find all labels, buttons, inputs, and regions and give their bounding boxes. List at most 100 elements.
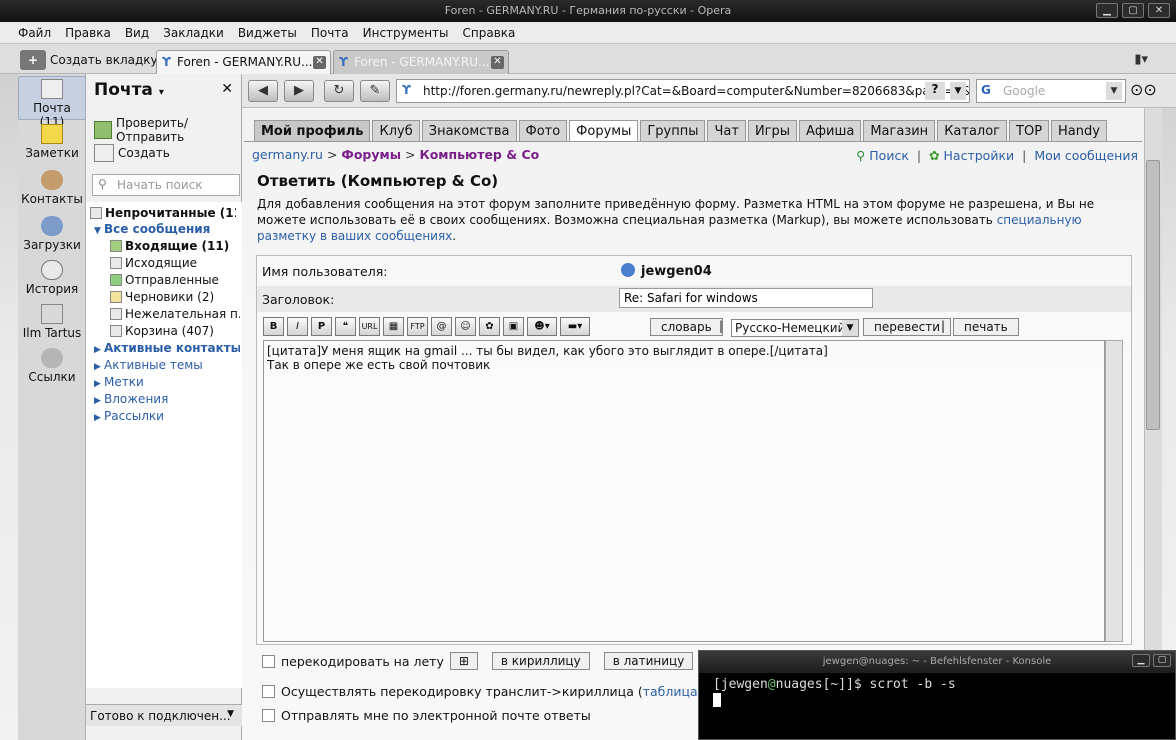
folder-outbox[interactable]: Исходящие — [110, 256, 240, 270]
recode-checkbox[interactable] — [262, 654, 275, 668]
new-tab-button[interactable]: + Создать вкладку — [20, 49, 158, 70]
chevron-down-icon[interactable]: ▼ — [1106, 82, 1122, 100]
menu-mail[interactable]: Почта — [305, 22, 357, 43]
section-active-contacts[interactable]: ▶ Активные контакты — [94, 341, 240, 355]
section-attachments[interactable]: ▶ Вложения — [94, 392, 240, 406]
sidebar-item-history[interactable]: История — [18, 260, 86, 296]
crumb-home[interactable]: germany.ru — [252, 147, 323, 162]
site-tab-chat[interactable]: Чат — [707, 120, 746, 142]
folder-inbox[interactable]: Входящие (11) — [110, 239, 240, 253]
browser-tab-1[interactable]: ϒ Foren - GERMANY.RU... ✕ — [156, 50, 331, 74]
folder-spam[interactable]: Нежелательная п... — [110, 307, 240, 321]
to-latin-button[interactable]: в латиницу — [603, 652, 694, 670]
minimize-button[interactable]: ▁ — [1096, 3, 1118, 18]
smiley-button[interactable]: ☻▾ — [527, 316, 557, 336]
search-link[interactable]: Поиск — [869, 148, 909, 163]
mail-search-input[interactable]: ⚲ Начать поиск — [92, 174, 240, 196]
to-cyrillic-button[interactable]: в кириллицу — [491, 652, 590, 670]
mail-panel-title[interactable]: Почта ▾ — [94, 80, 164, 100]
menu-help[interactable]: Справка — [457, 22, 524, 43]
close-window-button[interactable]: ✕ — [1148, 3, 1170, 18]
crumb-forums[interactable]: Форумы — [341, 147, 401, 162]
menu-widgets[interactable]: Виджеты — [232, 22, 305, 43]
site-tab-groups[interactable]: Группы — [640, 120, 706, 142]
address-bar[interactable]: ϒ http://foren.germany.ru/newreply.pl?Ca… — [396, 79, 970, 103]
site-tab-top[interactable]: TOP — [1009, 120, 1050, 142]
menu-bookmarks[interactable]: Закладки — [157, 22, 232, 43]
site-tab-events[interactable]: Афиша — [799, 120, 862, 142]
sidebar-item-links[interactable]: Ссылки — [18, 348, 86, 384]
keyboard-button[interactable]: ⊞ — [449, 652, 478, 670]
panel-toggle-icon[interactable]: ▮▾ — [1134, 52, 1148, 67]
section-mailing-lists[interactable]: ▶ Рассылки — [94, 409, 240, 423]
menu-edit[interactable]: Правка — [59, 22, 119, 43]
folder-sent[interactable]: Отправленные — [110, 273, 240, 287]
check-send-button[interactable]: Проверить/Отправить — [94, 116, 241, 144]
view-all-messages[interactable]: ▼ Все сообщения — [94, 222, 240, 236]
close-tab-icon[interactable]: ✕ — [491, 56, 504, 69]
quote-button[interactable]: ❝ — [335, 316, 356, 336]
folder-trash[interactable]: Корзина (407) — [110, 324, 240, 338]
site-tab-profile[interactable]: Мой профиль — [254, 120, 371, 142]
site-tab-handy[interactable]: Handy — [1051, 120, 1107, 142]
italic-button[interactable]: I — [287, 316, 308, 336]
sidebar-item-notes[interactable]: Заметки — [18, 124, 86, 160]
image-button[interactable]: ▣ — [503, 316, 524, 336]
wand-button[interactable]: ✎ — [360, 80, 390, 102]
dictionary-button[interactable]: словарь — [650, 318, 723, 336]
color-button[interactable]: ▬▾ — [560, 316, 590, 336]
settings-link[interactable]: Настройки — [944, 148, 1015, 163]
site-tab-dating[interactable]: Знакомства — [421, 120, 517, 142]
view-unread[interactable]: Непрочитанные (11) — [90, 206, 236, 220]
menu-tools[interactable]: Инструменты — [357, 22, 457, 43]
konsole-minimize-button[interactable]: ▁ — [1132, 654, 1150, 667]
page-scrollbar-thumb[interactable] — [1146, 160, 1160, 430]
menu-file[interactable]: Файл — [12, 22, 59, 43]
browser-tab-2[interactable]: ϒ Foren - GERMANY.RU... ✕ — [333, 50, 509, 74]
textarea-scrollbar[interactable] — [1105, 340, 1123, 642]
section-active-threads[interactable]: ▶ Активные темы — [94, 358, 240, 372]
site-tab-shop[interactable]: Магазин — [863, 120, 936, 142]
maximize-button[interactable]: ▢ — [1122, 3, 1144, 18]
glasses-icon[interactable]: ⊙⊙ — [1130, 80, 1157, 99]
sidebar-item-downloads[interactable]: Загрузки — [18, 216, 86, 252]
paragraph-button[interactable]: P — [311, 316, 332, 336]
sidebar-item-widget[interactable]: Ilm Tartus — [18, 304, 86, 340]
bold-button[interactable]: B — [263, 316, 284, 336]
subject-input[interactable] — [619, 288, 873, 308]
language-select[interactable]: Русско-Немецкий ▼ — [731, 319, 859, 337]
sidebar-item-contacts[interactable]: Контакты — [18, 170, 86, 206]
compose-button[interactable]: Создать — [94, 144, 170, 162]
ftp-button[interactable]: FTP — [407, 316, 428, 336]
forward-button[interactable]: ▶ — [284, 80, 314, 102]
site-tab-games[interactable]: Игры — [747, 120, 798, 142]
email-replies-checkbox[interactable] — [262, 709, 275, 722]
sidebar-item-mail[interactable]: Почта (11) — [18, 76, 86, 129]
konsole-maximize-button[interactable]: ▢ — [1153, 654, 1171, 667]
folder-drafts[interactable]: Черновики (2) — [110, 290, 240, 304]
back-button[interactable]: ◀ — [248, 80, 278, 102]
mail-status-bar[interactable]: Готово к подключен... ▼ — [86, 704, 242, 726]
email-button[interactable]: @ — [431, 316, 452, 336]
search-field[interactable]: G Google ▼ — [976, 79, 1126, 103]
flower-button[interactable]: ✿ — [479, 316, 500, 336]
message-textarea[interactable]: [цитата]У меня ящик на gmail ... ты бы в… — [263, 340, 1105, 642]
site-tab-catalog[interactable]: Каталог — [937, 120, 1008, 142]
crumb-board[interactable]: Компьютер & Co — [419, 147, 539, 162]
url-button[interactable]: URL — [359, 316, 380, 336]
translate-button[interactable]: перевести — [863, 318, 952, 336]
menu-view[interactable]: Вид — [119, 22, 157, 43]
close-panel-icon[interactable]: ✕ — [221, 81, 233, 97]
chevron-down-icon[interactable]: ▼ — [950, 82, 966, 100]
site-tab-club[interactable]: Клуб — [372, 120, 420, 142]
konsole-window[interactable]: jewgen@nuages: ~ - Befehlsfenster - Kons… — [698, 650, 1176, 740]
video-button[interactable]: ▦ — [383, 316, 404, 336]
print-button[interactable]: печать — [953, 318, 1019, 336]
my-posts-link[interactable]: Мои сообщения — [1034, 148, 1138, 163]
section-labels[interactable]: ▶ Метки — [94, 375, 240, 389]
site-tab-forums[interactable]: Форумы — [569, 120, 639, 142]
site-tab-photo[interactable]: Фото — [518, 120, 568, 142]
reload-button[interactable]: ↻ — [324, 80, 354, 102]
close-tab-icon[interactable]: ✕ — [313, 56, 326, 69]
user-button[interactable]: ☺ — [455, 316, 476, 336]
